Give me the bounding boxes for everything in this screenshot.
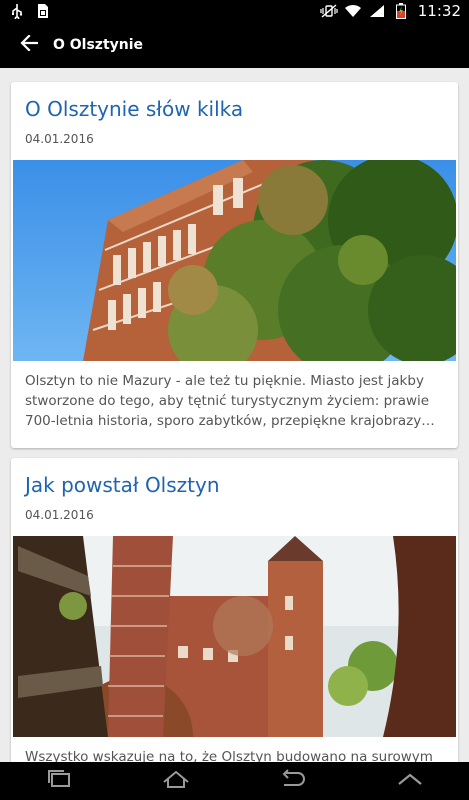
vibrate-mute-icon bbox=[320, 2, 338, 20]
status-bar: 11:32 bbox=[0, 0, 469, 22]
castle-photo bbox=[13, 536, 456, 737]
system-nav-bar bbox=[0, 762, 469, 800]
status-right: 11:32 bbox=[320, 2, 469, 20]
sim-storage-icon bbox=[34, 2, 52, 20]
back-button[interactable] bbox=[11, 27, 47, 63]
page-title: O Olsztynie bbox=[53, 37, 144, 53]
home-icon bbox=[161, 769, 191, 793]
article-image[interactable] bbox=[13, 160, 456, 361]
article-excerpt: Olsztyn to nie Mazury - ale też tu piękn… bbox=[25, 373, 435, 429]
article-date: 04.01.2016 bbox=[25, 132, 94, 146]
wifi-icon bbox=[344, 2, 362, 20]
article-title[interactable]: O Olsztynie słów kilka bbox=[25, 97, 243, 121]
usb-icon bbox=[8, 2, 26, 20]
article-date: 04.01.2016 bbox=[25, 508, 94, 522]
menu-up-button[interactable] bbox=[380, 762, 440, 800]
article-excerpt: Wszystko wskazuje na to, że Olsztyn budo… bbox=[25, 749, 433, 762]
back-icon bbox=[278, 769, 308, 793]
recent-apps-button[interactable] bbox=[29, 762, 89, 800]
article-image[interactable] bbox=[13, 536, 456, 737]
app-bar: O Olsztynie bbox=[0, 22, 469, 68]
cathedral-photo bbox=[13, 160, 456, 361]
article-card[interactable]: Jak powstał Olsztyn 04.01.2016 Wszystko … bbox=[11, 458, 458, 762]
back-nav-button[interactable] bbox=[263, 762, 323, 800]
battery-charging-icon bbox=[392, 2, 410, 20]
article-card[interactable]: O Olsztynie słów kilka 04.01.2016 Olszty… bbox=[11, 82, 458, 448]
home-button[interactable] bbox=[146, 762, 206, 800]
menu-up-icon bbox=[396, 771, 424, 791]
recent-apps-icon bbox=[45, 770, 73, 792]
arrow-back-icon bbox=[20, 34, 39, 55]
article-list[interactable]: O Olsztynie słów kilka 04.01.2016 Olszty… bbox=[0, 68, 469, 762]
status-clock: 11:32 bbox=[417, 2, 461, 20]
article-title[interactable]: Jak powstał Olsztyn bbox=[25, 473, 220, 497]
signal-icon bbox=[368, 2, 386, 20]
status-left bbox=[0, 2, 52, 20]
